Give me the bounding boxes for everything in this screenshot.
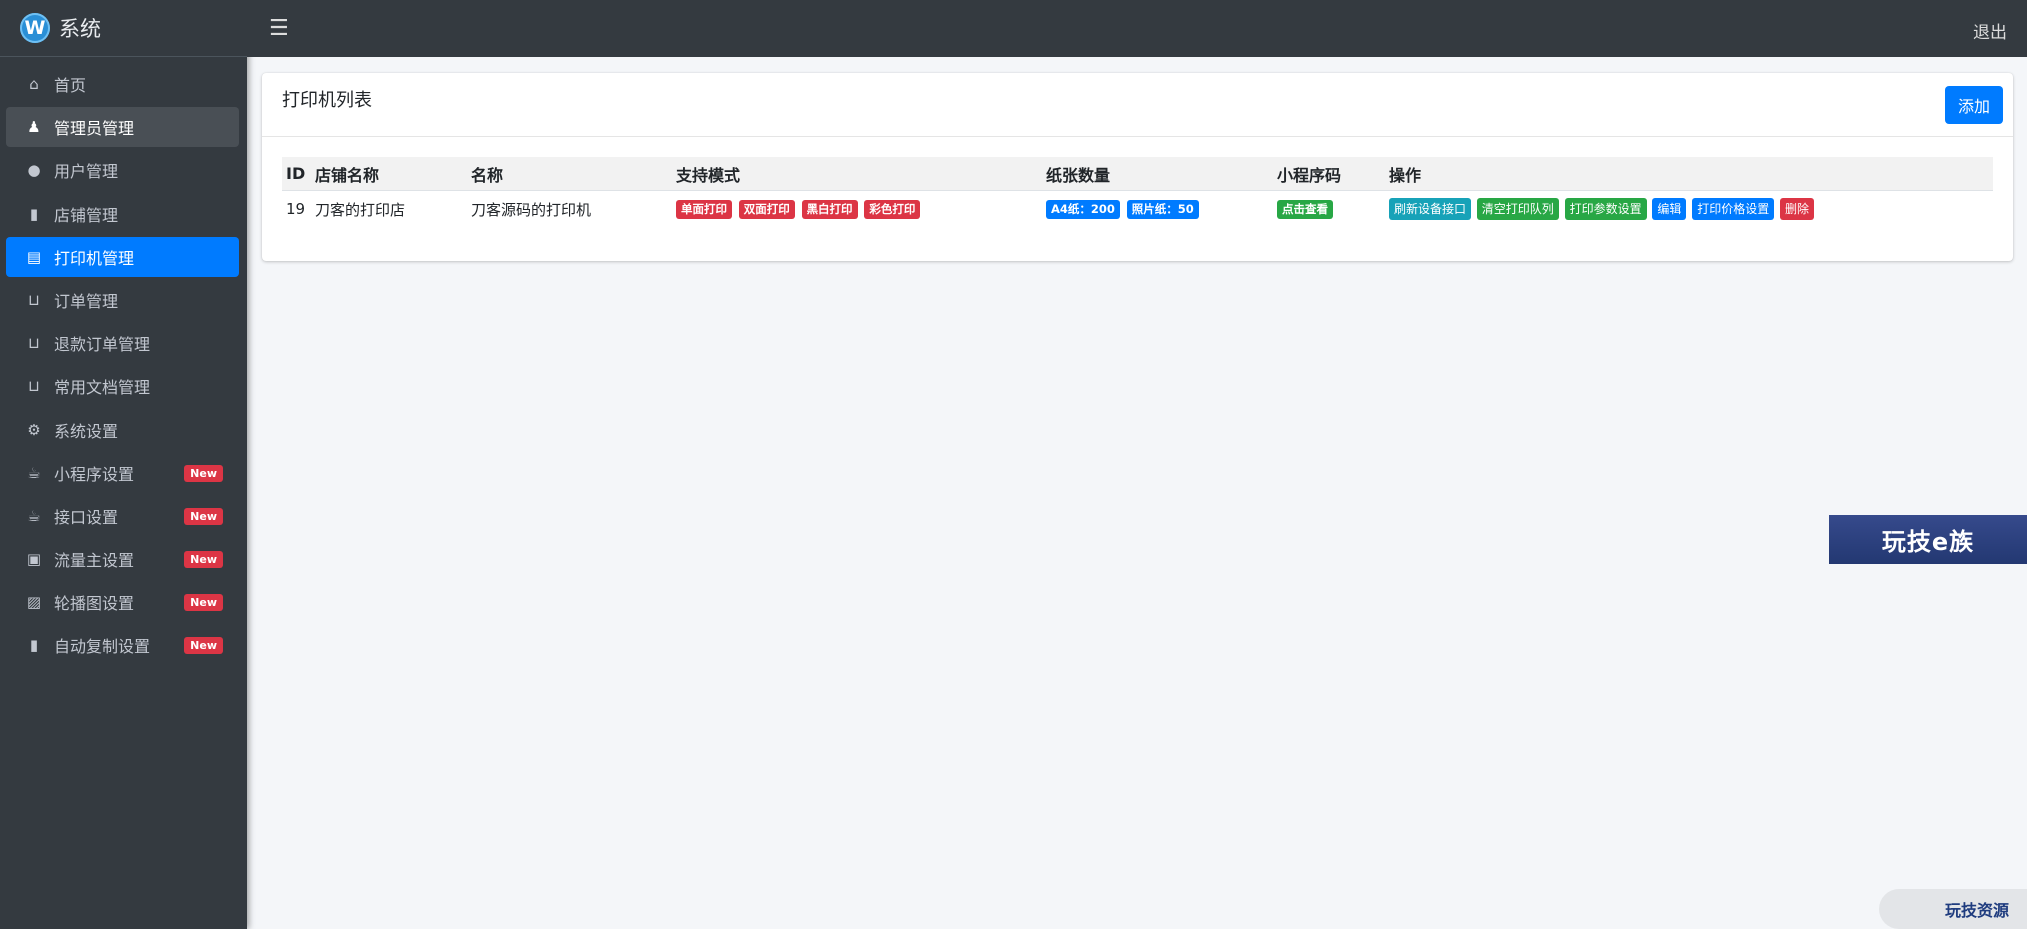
printer-icon: ▤: [26, 247, 42, 266]
refresh-device-button[interactable]: 刷新设备接口: [1389, 198, 1472, 220]
sidebar-item-system-settings[interactable]: ⚙ 系统设置: [6, 410, 239, 450]
mode-badge: 单面打印: [676, 200, 732, 219]
sidebar-item-home[interactable]: ⌂ 首页: [6, 64, 239, 104]
cell-id: 19: [286, 200, 306, 218]
cup-icon: ☕: [27, 463, 41, 482]
new-badge: New: [184, 464, 223, 482]
edit-button[interactable]: 编辑: [1652, 198, 1687, 220]
view-qrcode-button[interactable]: 点击查看: [1277, 200, 1333, 219]
ad-icon: ▣: [26, 550, 42, 569]
printer-table: ID 店铺名称 名称 支持模式 纸张数量 小程序码 操作 19 刀客的打印店 刀…: [282, 157, 1993, 227]
user-secret-icon: ♟: [27, 118, 41, 137]
image-icon: ▨: [26, 593, 42, 612]
sidebar-item-label: 退款订单管理: [54, 335, 151, 355]
sidebar-item-carousel-settings[interactable]: ▨ 轮播图设置 New: [6, 582, 239, 622]
sidebar-item-label: 常用文档管理: [54, 378, 151, 398]
sidebar-item-label: 流量主设置: [54, 551, 135, 571]
table-row: 19 刀客的打印店 刀客源码的打印机 单面打印 双面打印 黑白打印 彩色打印 A…: [282, 191, 1993, 228]
brand-name: 系统: [59, 17, 101, 41]
column-header-qrcode: 小程序码: [1273, 157, 1385, 191]
column-header-id: ID: [282, 157, 311, 191]
sidebar-item-refunds[interactable]: ⊔ 退款订单管理: [6, 323, 239, 363]
sidebar-item-label: 系统设置: [54, 421, 119, 441]
table-header-row: ID 店铺名称 名称 支持模式 纸张数量 小程序码 操作: [282, 157, 1993, 191]
card-header: 打印机列表 添加: [262, 73, 2013, 137]
clipboard-icon: ▮: [29, 636, 39, 655]
brand-logo-icon: W: [20, 13, 50, 43]
watermark-banner: 玩技e族: [1829, 515, 2027, 564]
sidebar-item-ad-settings[interactable]: ▣ 流量主设置 New: [6, 539, 239, 579]
sidebar-item-miniprogram-settings[interactable]: ☕ 小程序设置 New: [6, 453, 239, 493]
sidebar-item-label: 小程序设置: [54, 464, 135, 484]
sidebar-item-orders[interactable]: ⊔ 订单管理: [6, 280, 239, 320]
logout-link[interactable]: 退出: [1973, 18, 2007, 43]
cell-paper: A4纸：200 照片纸：50: [1042, 191, 1273, 228]
sidebar-item-documents[interactable]: ⊔ 常用文档管理: [6, 366, 239, 406]
mode-badge: 双面打印: [738, 200, 795, 219]
basket-icon: ⊔: [28, 377, 40, 396]
cell-qrcode: 点击查看: [1273, 191, 1385, 228]
cell-modes: 单面打印 双面打印 黑白打印 彩色打印: [672, 191, 1042, 228]
sidebar-item-label: 接口设置: [54, 507, 119, 527]
cell-name: 刀客源码的打印机: [471, 200, 592, 219]
topbar: ☰ 退出: [247, 0, 2027, 57]
new-badge: New: [184, 637, 223, 655]
paper-badge: 照片纸：50: [1126, 200, 1199, 219]
new-badge: New: [184, 594, 223, 612]
print-price-button[interactable]: 打印价格设置: [1692, 198, 1775, 220]
sidebar-item-label: 店铺管理: [54, 205, 119, 225]
sidebar-item-label: 订单管理: [54, 291, 119, 311]
sidebar-item-autocopy-settings[interactable]: ▮ 自动复制设置 New: [6, 625, 239, 665]
brand[interactable]: W 系统: [0, 0, 247, 57]
sidebar-item-label: 打印机管理: [54, 248, 135, 268]
watermark-bottom: 玩技资源: [1879, 889, 2027, 929]
mode-badge: 彩色打印: [864, 200, 921, 219]
paper-badge: A4纸：200: [1046, 200, 1120, 219]
sidebar-item-label: 轮播图设置: [54, 594, 135, 614]
basket-icon: ⊔: [28, 290, 40, 309]
sidebar-item-label: 管理员管理: [54, 119, 135, 139]
clear-queue-button[interactable]: 清空打印队列: [1476, 198, 1559, 220]
sidebar-item-admin[interactable]: ♟ 管理员管理: [6, 107, 239, 148]
sidebar-item-label: 自动复制设置: [54, 637, 151, 657]
sidebar-item-api-settings[interactable]: ☕ 接口设置 New: [6, 496, 239, 536]
home-icon: ⌂: [29, 75, 39, 93]
print-params-button[interactable]: 打印参数设置: [1564, 198, 1647, 220]
basket-icon: ⊔: [28, 334, 40, 353]
sidebar-item-shops[interactable]: ▮ 店铺管理: [6, 194, 239, 234]
gears-icon: ⚙: [27, 420, 41, 439]
cup-icon: ☕: [27, 506, 41, 525]
cell-shop: 刀客的打印店: [315, 200, 406, 219]
column-header-name: 名称: [467, 157, 672, 191]
sidebar-item-printers[interactable]: ▤ 打印机管理: [6, 236, 239, 277]
column-header-modes: 支持模式: [672, 157, 1042, 191]
cell-actions: 刷新设备接口 清空打印队列 打印参数设置 编辑 打印价格设置 删除: [1385, 191, 1993, 228]
user-icon: ●: [27, 161, 41, 180]
delete-button[interactable]: 删除: [1779, 198, 1814, 220]
sidebar-item-label: 用户管理: [54, 162, 119, 182]
column-header-shop: 店铺名称: [311, 157, 467, 191]
sidebar-item-users[interactable]: ● 用户管理: [6, 150, 239, 190]
add-button[interactable]: 添加: [1945, 86, 2003, 124]
new-badge: New: [184, 551, 223, 569]
column-header-actions: 操作: [1385, 157, 1993, 191]
printer-list-card: 打印机列表 添加 ID 店铺名称 名称 支持模式 纸张数量 小程序码 操作 19…: [262, 73, 2013, 261]
sidebar: W 系统 ⌂ 首页 ♟ 管理员管理 ● 用户管理 ▮ 店铺管理 ▤ 打印机管理 …: [0, 0, 247, 929]
new-badge: New: [184, 507, 223, 525]
page-title: 打印机列表: [282, 90, 372, 111]
mode-badge: 黑白打印: [801, 200, 858, 219]
hamburger-menu-icon[interactable]: ☰: [269, 16, 289, 41]
shopping-bag-icon: ▮: [29, 204, 39, 223]
column-header-paper: 纸张数量: [1042, 157, 1273, 191]
sidebar-item-label: 首页: [54, 76, 87, 95]
sidebar-menu: ⌂ 首页 ♟ 管理员管理 ● 用户管理 ▮ 店铺管理 ▤ 打印机管理 ⊔ 订单管…: [0, 64, 247, 665]
